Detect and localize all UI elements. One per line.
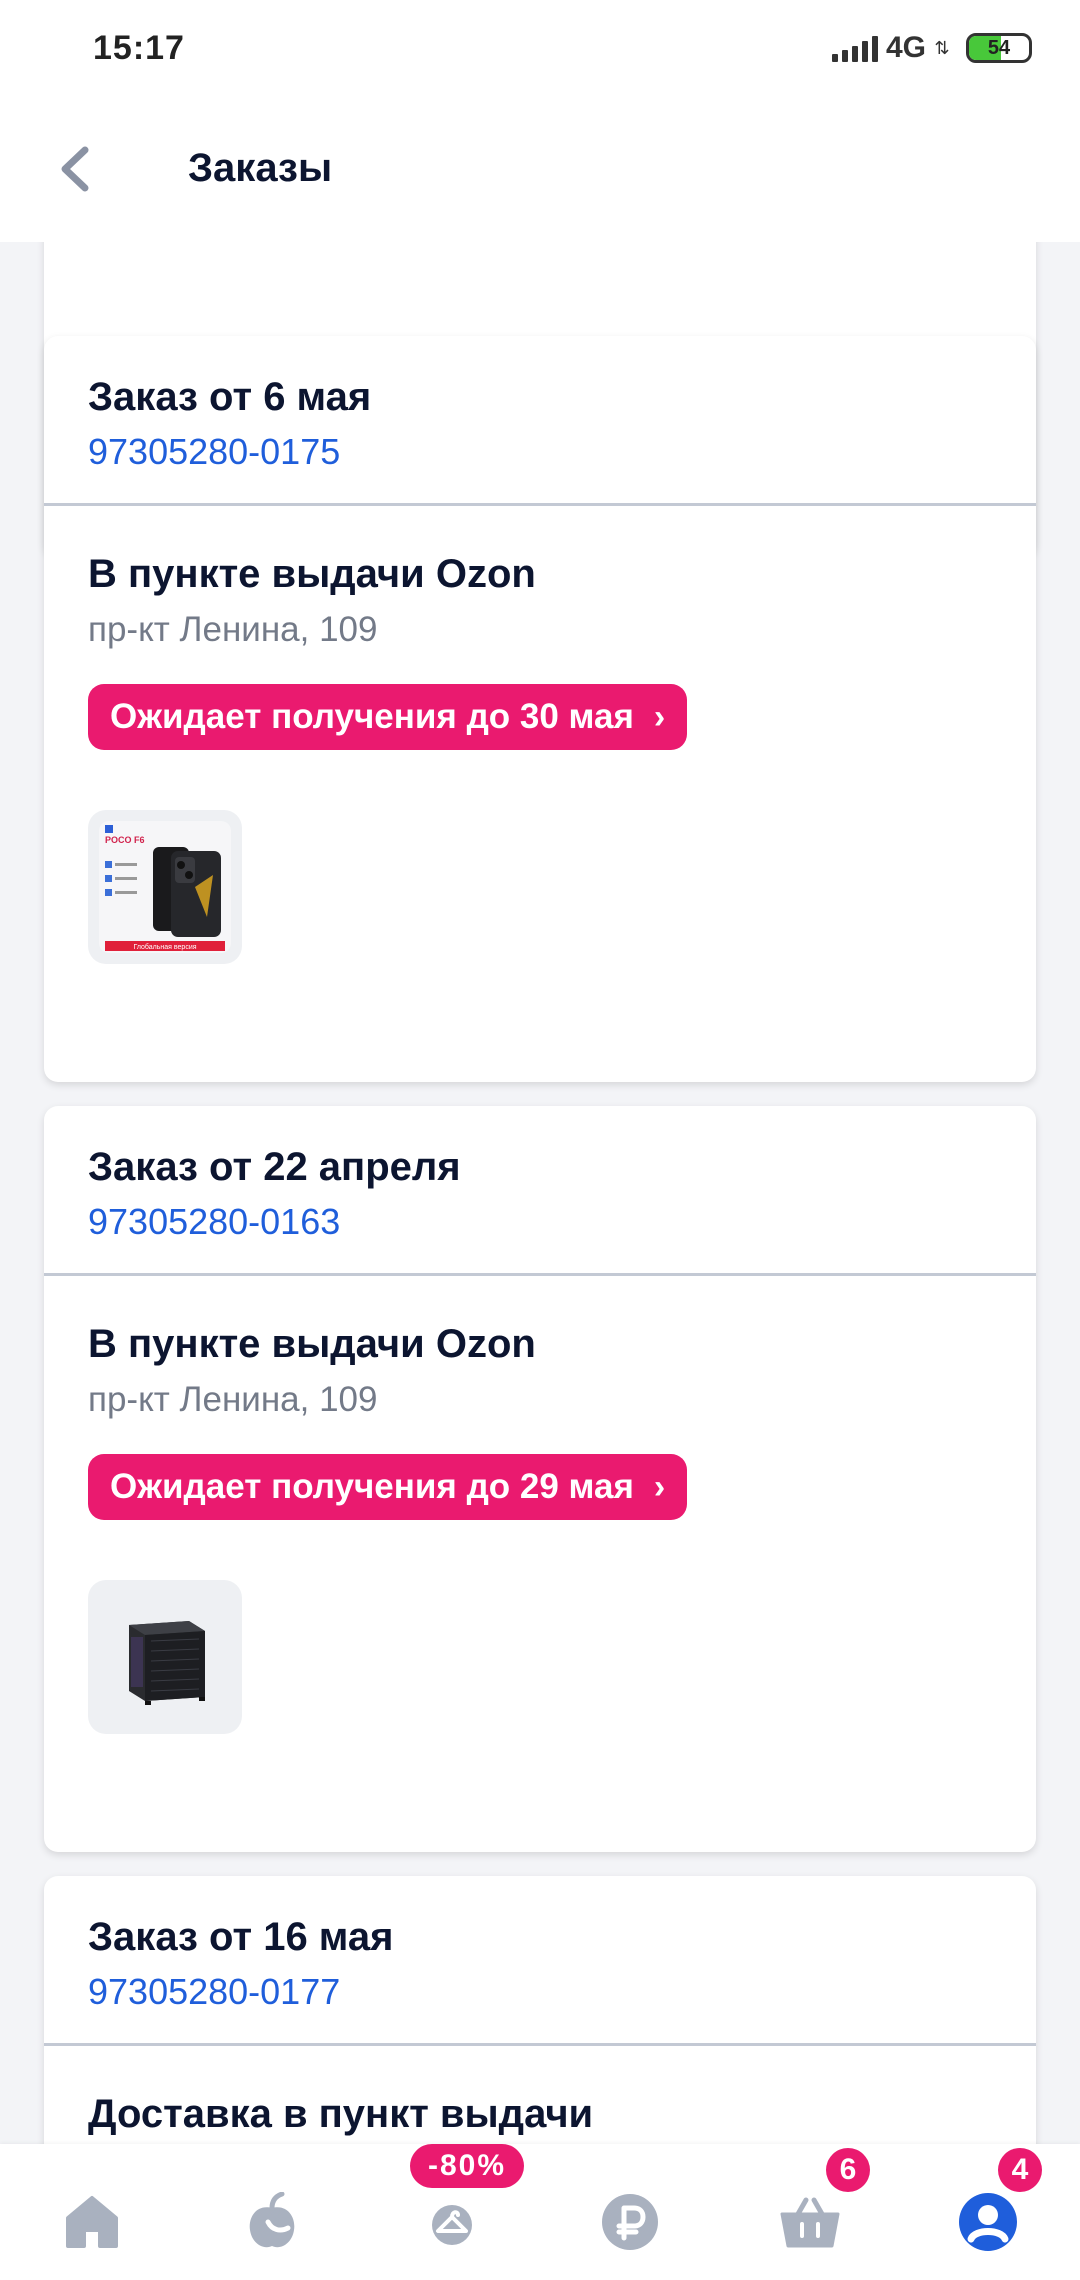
chevron-right-icon: › — [653, 1467, 666, 1506]
nav-fresh[interactable] — [232, 2182, 312, 2262]
order-title: Заказ от 6 мая — [88, 375, 372, 419]
nav-finance[interactable] — [590, 2182, 670, 2262]
bottom-navigation: -80% 6 4 — [0, 2144, 1080, 2280]
order-header[interactable]: Заказ от 22 апреля 97305280-0163 — [44, 1106, 1036, 1276]
chevron-right-icon: › — [653, 697, 666, 736]
battery-icon: 54 — [966, 33, 1032, 63]
order-title: Заказ от 16 мая — [88, 1915, 394, 1959]
nav-discounts[interactable]: -80% — [410, 2144, 524, 2262]
order-card[interactable]: Заказ от 6 мая 97305280-0175 В пункте вы… — [44, 336, 1036, 1082]
app-header: Заказы — [0, 96, 1080, 242]
product-brand-text: POCO F6 — [105, 835, 145, 845]
nav-profile[interactable]: 4 — [948, 2148, 1042, 2262]
order-body: Доставка в пункт выдачи — [44, 2046, 1036, 2142]
order-number-link[interactable]: 97305280-0163 — [88, 1192, 992, 1252]
product-thumbnail[interactable]: POCO F6 Глобальная версия — [88, 810, 242, 964]
ruble-icon — [602, 2194, 658, 2250]
cart-badge: 6 — [826, 2148, 870, 2192]
order-header[interactable]: Заказ от 6 мая 97305280-0175 — [44, 336, 1036, 506]
delivery-title: В пункте выдачи Ozon — [88, 1322, 536, 1366]
product-banner-text: Глобальная версия — [133, 943, 196, 951]
battery-level: 54 — [987, 37, 1011, 59]
status-pill-button[interactable]: Ожидает получения до 29 мая › — [88, 1454, 688, 1520]
order-number-link[interactable]: 97305280-0177 — [88, 1962, 992, 2022]
order-header[interactable]: Заказ от 16 мая 97305280-0177 — [44, 1876, 1036, 2046]
order-title: Заказ от 22 апреля — [88, 1145, 461, 1189]
status-label: Ожидает получения до 30 мая — [110, 697, 634, 736]
order-card[interactable]: Заказ от 22 апреля 97305280-0163 В пункт… — [44, 1106, 1036, 1852]
pickup-address: пр-кт Ленина, 109 — [88, 1380, 378, 1419]
order-body: В пункте выдачи Ozon пр-кт Ленина, 109 О… — [44, 506, 1036, 964]
product-thumbnail[interactable] — [88, 1580, 242, 1734]
delivery-title: В пункте выдачи Ozon — [88, 552, 536, 596]
status-pill-button[interactable]: Ожидает получения до 30 мая › — [88, 684, 688, 750]
signal-icon — [831, 34, 878, 62]
delivery-title: Доставка в пункт выдачи — [88, 2092, 594, 2136]
back-button[interactable] — [40, 134, 110, 204]
status-time: 15:17 — [93, 28, 185, 67]
basket-icon — [780, 2197, 840, 2248]
data-arrows-icon: ⇅ — [934, 38, 950, 58]
order-number-link[interactable]: 97305280-0175 — [88, 422, 992, 482]
smartphone-product-image: POCO F6 Глобальная версия — [99, 821, 231, 953]
status-bar: 15:17 4G ⇅ 54 — [0, 0, 1080, 96]
status-label: Ожидает получения до 29 мая — [110, 1467, 634, 1506]
profile-icon — [959, 2193, 1017, 2251]
chevron-left-icon — [61, 146, 89, 192]
network-label: 4G — [885, 31, 926, 64]
nav-home[interactable] — [52, 2182, 132, 2262]
discount-badge: -80% — [410, 2144, 524, 2188]
status-icons: 4G ⇅ 54 — [831, 31, 1032, 65]
pickup-address: пр-кт Ленина, 109 — [88, 610, 378, 649]
nav-cart[interactable]: 6 — [770, 2148, 870, 2262]
order-card[interactable]: Заказ от 16 мая 97305280-0177 Доставка в… — [44, 1876, 1036, 2144]
page-title: Заказы — [188, 146, 333, 190]
orders-list[interactable]: Заказ от 6 мая 97305280-0175 В пункте вы… — [0, 242, 1080, 2144]
pc-case-product-image — [129, 1621, 205, 1705]
order-body: В пункте выдачи Ozon пр-кт Ленина, 109 О… — [44, 1276, 1036, 1734]
home-icon — [66, 2196, 118, 2248]
profile-badge: 4 — [998, 2148, 1042, 2192]
hanger-icon — [432, 2205, 472, 2245]
fresh-icon — [249, 2192, 295, 2248]
